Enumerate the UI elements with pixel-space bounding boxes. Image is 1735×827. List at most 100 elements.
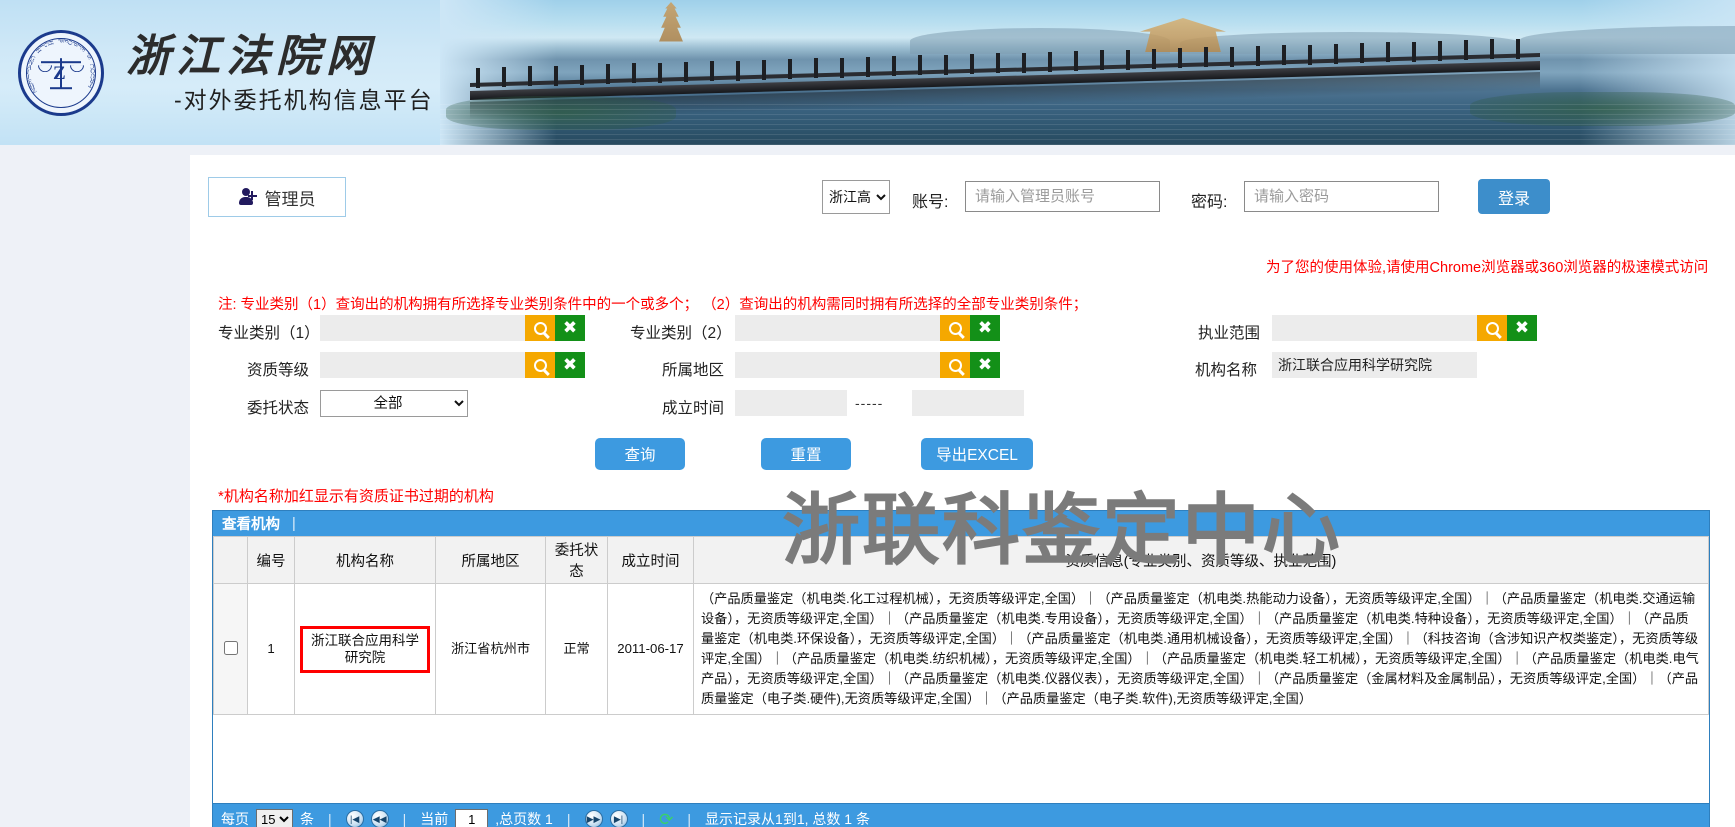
region-clear-icon[interactable]: ✖ bbox=[970, 352, 1000, 378]
current-page-input[interactable] bbox=[455, 809, 488, 827]
bridge-post bbox=[1126, 50, 1130, 70]
court-select[interactable]: 浙江高院 bbox=[822, 180, 890, 214]
col-org-name: 机构名称 bbox=[295, 537, 436, 584]
found-time-to-input[interactable] bbox=[912, 390, 1024, 416]
bridge-post bbox=[1386, 42, 1390, 62]
admin-button[interactable]: 管理员 bbox=[208, 177, 346, 217]
logo-text-block: 浙江法院网 -对外委托机构信息平台 bbox=[126, 35, 434, 112]
expired-cert-note: *机构名称加红显示有资质证书过期的机构 bbox=[218, 485, 494, 506]
bridge-post bbox=[1438, 41, 1442, 61]
major-category-1-clear-icon[interactable]: ✖ bbox=[555, 315, 585, 341]
practice-scope-search-icon[interactable] bbox=[1477, 315, 1507, 341]
entrust-status-select[interactable]: 全部 bbox=[320, 390, 468, 417]
password-label: 密码: bbox=[1191, 188, 1227, 212]
bridge-post bbox=[944, 55, 948, 75]
bridge-post bbox=[866, 57, 870, 77]
export-excel-button[interactable]: 导出EXCEL bbox=[921, 438, 1033, 470]
table-row[interactable]: 1 浙江联合应用科学研究院 浙江省杭州市 正常 2011-06-17 （产品质量… bbox=[214, 584, 1709, 715]
bridge-post bbox=[1516, 39, 1520, 59]
scale-pan-left bbox=[38, 65, 52, 72]
record-summary: 显示记录从1到1, 总数 1 条 bbox=[705, 809, 870, 827]
main-content-card: 浙联科鉴定中心 管理员 浙江高院 账号: 密码: 登录 为了您的使用体验,请使用… bbox=[190, 155, 1735, 827]
seal-character: Z bbox=[53, 63, 66, 85]
found-time-label: 成立时间 bbox=[662, 396, 724, 418]
prev-page-icon[interactable]: ◀◀ bbox=[371, 810, 389, 827]
login-button[interactable]: 登录 bbox=[1478, 179, 1550, 214]
admin-button-label: 管理员 bbox=[265, 185, 316, 210]
query-button[interactable]: 查询 bbox=[595, 438, 685, 470]
qualification-level-input[interactable] bbox=[320, 352, 525, 378]
row-region: 浙江省杭州市 bbox=[436, 584, 546, 715]
hill-shape bbox=[1520, 26, 1735, 54]
major-category-2-label: 专业类别（2） bbox=[630, 321, 732, 343]
major-category-1-label: 专业类别（1） bbox=[218, 321, 320, 343]
user-add-icon bbox=[239, 188, 257, 206]
bridge-post bbox=[528, 66, 532, 86]
bridge-post bbox=[1464, 40, 1468, 60]
per-page-select[interactable]: 15 bbox=[256, 809, 293, 827]
date-range-separator: ----- bbox=[855, 395, 883, 411]
scale-pan-right bbox=[70, 65, 84, 72]
bridge-post bbox=[1178, 48, 1182, 68]
practice-scope-input[interactable] bbox=[1272, 315, 1477, 341]
row-found-date: 2011-06-17 bbox=[608, 584, 694, 715]
org-name-label: 机构名称 bbox=[1195, 358, 1257, 380]
results-table-wrapper: 查看机构 | 编号 机构名称 所属地区 委托状态 成立时间 资质信息(专业类别、… bbox=[212, 510, 1710, 804]
filter-form: 专业类别（1） ✖ 专业类别（2） ✖ 执业范围 ✖ 资质等级 ✖ 所属地区 ✖… bbox=[190, 315, 1735, 427]
org-name-input[interactable] bbox=[1272, 352, 1477, 378]
major-category-1-input[interactable] bbox=[320, 315, 525, 341]
page-background: 浙联科鉴定中心 管理员 浙江高院 账号: 密码: 登录 为了您的使用体验,请使用… bbox=[0, 145, 1735, 827]
major-category-2-clear-icon[interactable]: ✖ bbox=[970, 315, 1000, 341]
bridge-post bbox=[1230, 47, 1234, 67]
row-no: 1 bbox=[248, 584, 295, 715]
account-input[interactable] bbox=[965, 181, 1160, 212]
pager-divider: | bbox=[403, 811, 407, 827]
bridge-post bbox=[710, 61, 714, 81]
per-page-unit: 条 bbox=[300, 809, 314, 827]
pagination-bar: 每页 15 条 | |◀ ◀◀ | 当前 ,总页数 1 | ▶▶ ▶| | ⟳ … bbox=[212, 804, 1710, 827]
col-status: 委托状态 bbox=[546, 537, 608, 584]
reset-button[interactable]: 重置 bbox=[761, 438, 851, 470]
qualification-level-search-icon[interactable] bbox=[525, 352, 555, 378]
col-no: 编号 bbox=[248, 537, 295, 584]
bridge-post bbox=[1100, 50, 1104, 70]
pager-divider: | bbox=[687, 811, 691, 827]
row-select-cell[interactable] bbox=[214, 584, 248, 715]
scales-of-justice-icon: Z bbox=[38, 52, 84, 92]
first-page-icon[interactable]: |◀ bbox=[346, 810, 364, 827]
bridge-post bbox=[606, 64, 610, 84]
practice-scope-clear-icon[interactable]: ✖ bbox=[1507, 315, 1537, 341]
major-category-2-input[interactable] bbox=[735, 315, 940, 341]
water-shimmer bbox=[440, 104, 1735, 145]
bridge-post bbox=[970, 54, 974, 74]
bridge-post bbox=[658, 63, 662, 83]
bridge-post bbox=[580, 65, 584, 85]
found-time-from-input[interactable] bbox=[735, 390, 847, 416]
bridge-post bbox=[918, 55, 922, 75]
per-page-label: 每页 bbox=[221, 809, 249, 827]
region-search-icon[interactable] bbox=[940, 352, 970, 378]
row-org-name-cell[interactable]: 浙江联合应用科学研究院 bbox=[295, 584, 436, 715]
titlebar-divider: | bbox=[292, 516, 296, 532]
bridge-post bbox=[1048, 52, 1052, 72]
qualification-level-clear-icon[interactable]: ✖ bbox=[555, 352, 585, 378]
major-category-1-search-icon[interactable] bbox=[525, 315, 555, 341]
bridge-post bbox=[1152, 49, 1156, 69]
row-org-name-highlighted[interactable]: 浙江联合应用科学研究院 bbox=[300, 626, 430, 673]
password-input[interactable] bbox=[1244, 181, 1439, 212]
bridge-post bbox=[684, 62, 688, 82]
table-header-row: 编号 机构名称 所属地区 委托状态 成立时间 资质信息(专业类别、资质等级、执业… bbox=[214, 537, 1709, 584]
last-page-icon[interactable]: ▶| bbox=[610, 810, 628, 827]
row-checkbox[interactable] bbox=[224, 641, 238, 655]
region-input[interactable] bbox=[735, 352, 940, 378]
site-logo: ZHEJIANG HIGH PEOPLE'S COURT Z 浙江法院网 -对外… bbox=[18, 20, 438, 126]
next-page-icon[interactable]: ▶▶ bbox=[585, 810, 603, 827]
refresh-icon[interactable]: ⟳ bbox=[659, 811, 673, 827]
site-title: 浙江法院网 bbox=[126, 35, 434, 79]
row-status: 正常 bbox=[546, 584, 608, 715]
bridge-post bbox=[814, 58, 818, 78]
bridge-post bbox=[1334, 44, 1338, 64]
major-category-2-search-icon[interactable] bbox=[940, 315, 970, 341]
bridge-post bbox=[476, 68, 480, 88]
col-region: 所属地区 bbox=[436, 537, 546, 584]
